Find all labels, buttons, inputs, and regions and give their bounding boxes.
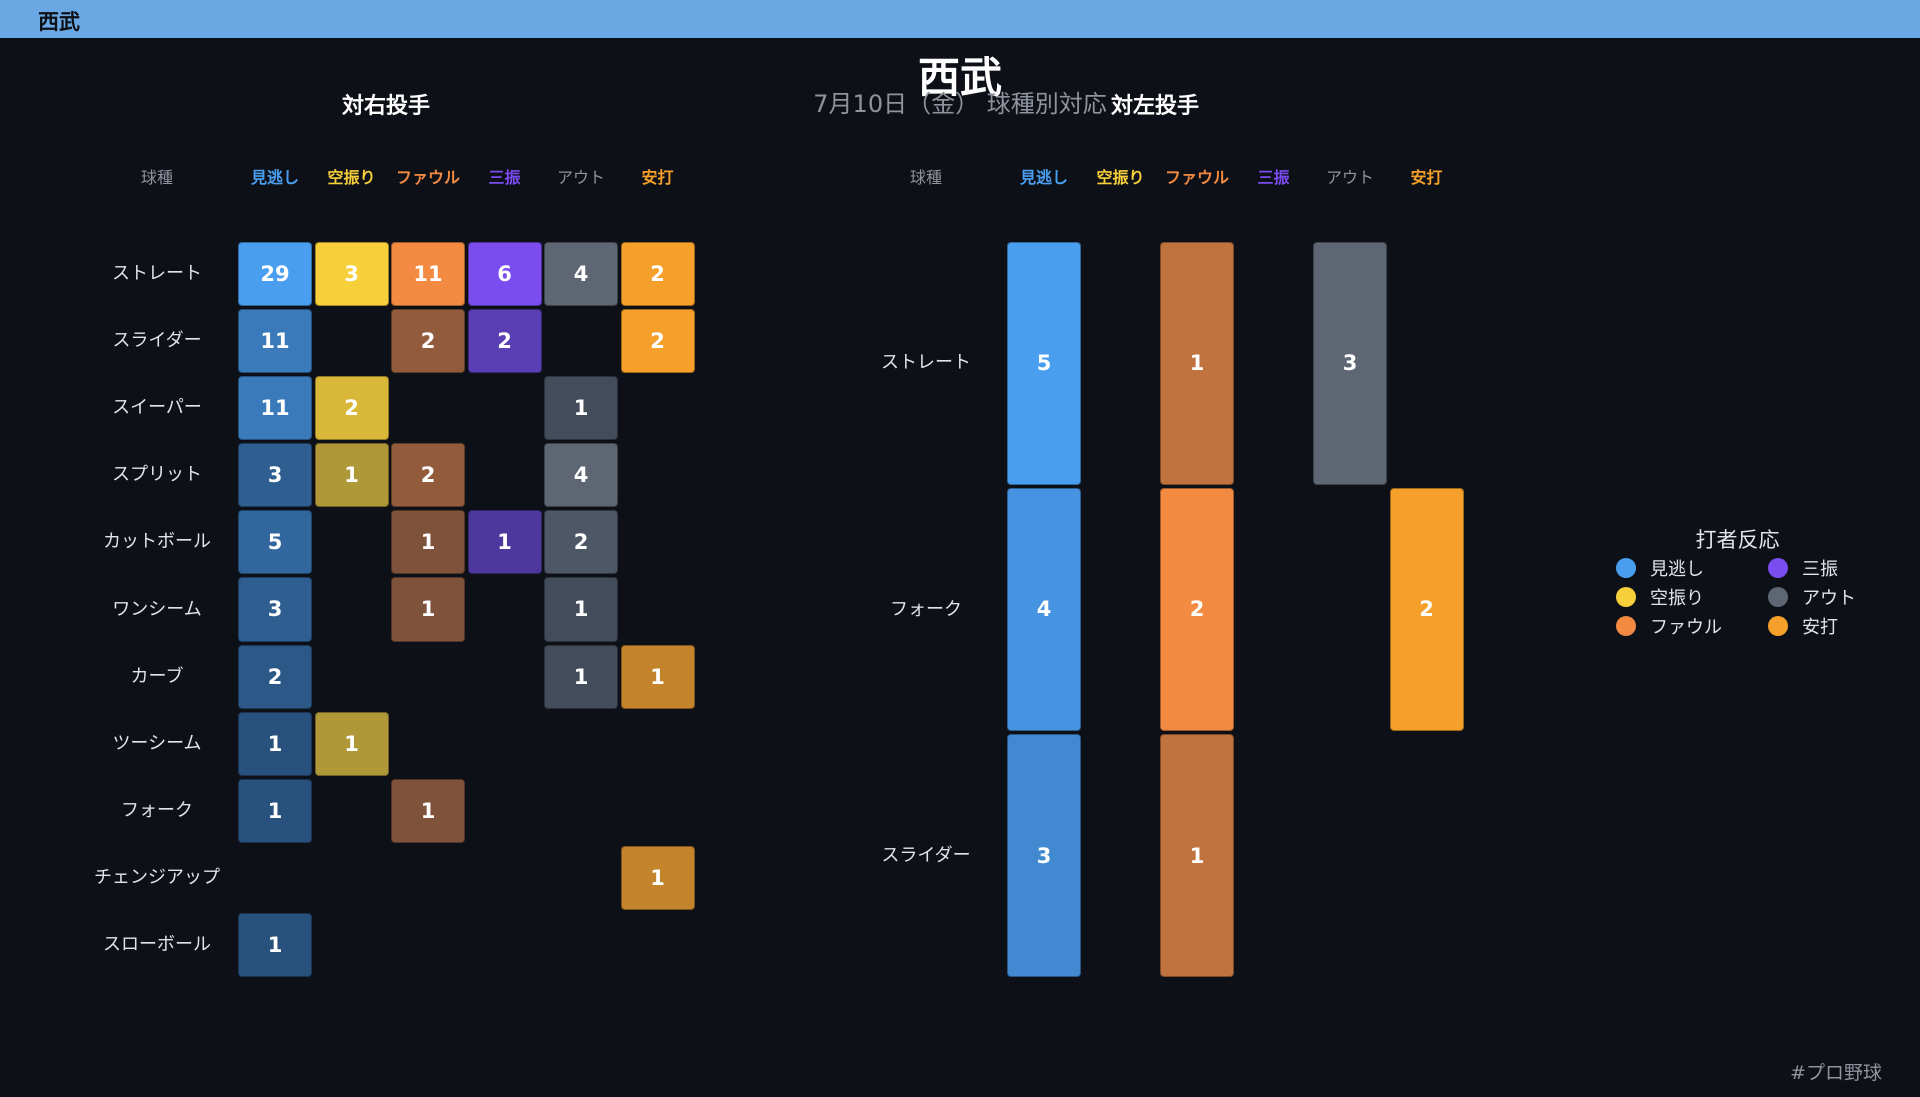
heatmap-cell: 2: [238, 644, 312, 709]
heatmap-cell: 1: [620, 644, 695, 709]
row-label-0-7: ツーシーム: [112, 732, 202, 754]
row-label-1-1: フォーク: [890, 598, 962, 620]
legend-item: 安打: [1757, 612, 1838, 640]
top-bar-title: 西武: [38, 10, 80, 34]
heatmap-cell: 1: [544, 577, 618, 642]
top-bar: 西武: [0, 0, 1920, 38]
heatmap-cell: 1: [620, 846, 695, 911]
heatmap-cell: 2: [544, 510, 618, 575]
heatmap-cell: 3: [314, 241, 389, 306]
legend-dot-icon: [1616, 587, 1636, 607]
row-label-0-3: スプリット: [112, 464, 202, 486]
heatmap-cell: 3: [1007, 734, 1081, 978]
panel-title-0: 対右投手: [341, 94, 430, 119]
legend-label: 見逃し: [1650, 559, 1704, 580]
heatmap-cell: 2: [1160, 487, 1234, 732]
legend-item: アウト: [1757, 583, 1856, 611]
heatmap-cell: 6: [467, 241, 542, 306]
heatmap-cell: 1: [391, 510, 465, 575]
column-header-1-5: 安打: [1410, 168, 1443, 187]
heatmap-cell: 2: [391, 308, 465, 373]
legend-dot-icon: [1616, 616, 1636, 636]
row-label-0-1: スライダー: [112, 329, 202, 351]
heatmap-cell: 11: [238, 308, 312, 373]
heatmap-cell: 1: [544, 644, 618, 709]
row-label-0-4: カットボール: [103, 531, 211, 553]
heatmap-cell: 1: [544, 375, 618, 441]
legend-label: 三振: [1802, 559, 1838, 580]
row-header-1: 球種: [909, 168, 942, 187]
row-label-0-10: スローボール: [103, 934, 211, 956]
row-label-0-9: チェンジアップ: [94, 867, 220, 889]
heatmap-cell: 5: [1007, 241, 1081, 485]
heatmap-cell: 2: [314, 375, 389, 441]
row-header-0: 球種: [140, 168, 173, 187]
heatmap-cell: 1: [314, 443, 389, 508]
column-header-0-5: 安打: [641, 168, 674, 187]
legend-label: アウト: [1802, 588, 1856, 609]
heatmap-cell: 2: [620, 241, 695, 306]
legend-item: 空振り: [1605, 583, 1704, 611]
heatmap-cell: 2: [391, 443, 465, 508]
row-label-0-5: ワンシーム: [112, 598, 202, 620]
legend-item: 見逃し: [1605, 554, 1704, 582]
heatmap-cell: 2: [467, 308, 542, 373]
legend-dot-icon: [1768, 616, 1788, 636]
heatmap-cell: 11: [238, 375, 312, 441]
heatmap-cell: 3: [1313, 241, 1387, 485]
panel-title-1: 対左投手: [1110, 94, 1199, 119]
legend-label: ファウル: [1650, 617, 1722, 638]
heatmap-cell: 1: [238, 913, 312, 978]
heatmap-cell: 4: [1007, 487, 1081, 732]
row-label-0-2: スイーパー: [112, 396, 202, 418]
legend-label: 安打: [1802, 617, 1838, 638]
heatmap-cell: 1: [1160, 734, 1234, 978]
row-label-1-0: ストレート: [881, 352, 971, 374]
heatmap-cell: 3: [238, 443, 312, 508]
row-label-0-0: ストレート: [112, 262, 202, 284]
legend-title: 打者反応: [1695, 528, 1780, 552]
legend-dot-icon: [1768, 587, 1788, 607]
heatmap-cell: 2: [1389, 487, 1464, 732]
legend-dot-icon: [1768, 558, 1788, 578]
row-label-0-8: フォーク: [121, 800, 193, 822]
heatmap-cell: 1: [314, 711, 389, 776]
heatmap-cell: 4: [544, 241, 618, 306]
heatmap-cell: 1: [238, 711, 312, 776]
heatmap-cell: 3: [238, 577, 312, 642]
footer-hashtag: #プロ野球: [1790, 1062, 1882, 1084]
heatmap-cell: 1: [391, 778, 465, 844]
heatmap-cell: 4: [544, 443, 618, 508]
heatmap-cell: 2: [620, 308, 695, 373]
heatmap-cell: 1: [238, 778, 312, 844]
legend-item: 三振: [1757, 554, 1838, 582]
heatmap-cell: 1: [467, 510, 542, 575]
row-label-0-6: カーブ: [130, 665, 184, 687]
legend-dot-icon: [1616, 558, 1636, 578]
heatmap-cell: 1: [1160, 241, 1234, 485]
heatmap-cell: 11: [391, 241, 465, 306]
legend: 打者反応 見逃し 三振空振り アウトファウル 安打: [1605, 524, 1870, 644]
row-label-1-2: スライダー: [881, 844, 971, 866]
heatmap-cell: 5: [238, 510, 312, 575]
legend-item: ファウル: [1605, 612, 1722, 640]
legend-label: 空振り: [1650, 588, 1704, 609]
heatmap-cell: 29: [238, 241, 312, 306]
heatmap-cell: 1: [391, 577, 465, 642]
